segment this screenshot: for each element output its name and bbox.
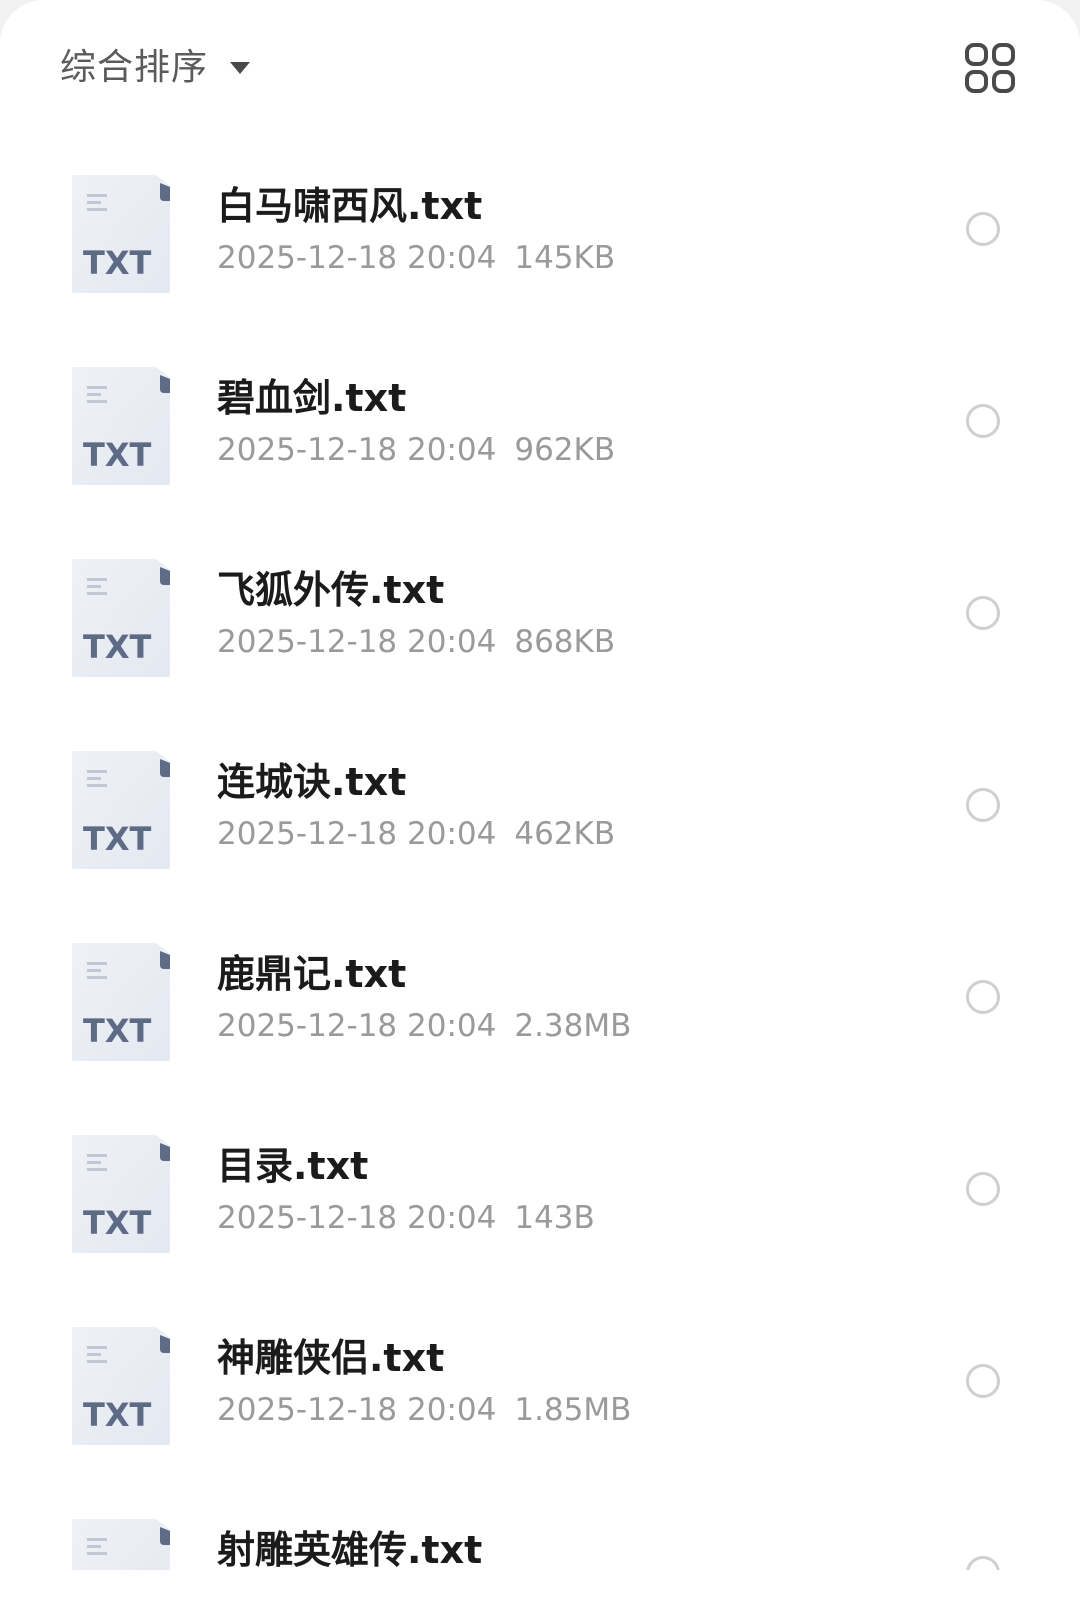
- txt-file-icon: TXT: [72, 1327, 170, 1445]
- file-type-label: TXT: [83, 820, 152, 858]
- txt-file-icon: TXT: [72, 943, 170, 1061]
- file-meta: 2025-12-18 20:04 145KB: [217, 238, 615, 278]
- file-type-label: TXT: [83, 244, 152, 282]
- file-picker-sheet: 综合排序 TXT 白马啸西风.txt 2025-12-18 20:04 145K…: [0, 0, 1080, 1599]
- file-name: 碧血剑.txt: [217, 376, 407, 420]
- file-meta: 2025-12-18 20:04 962KB: [217, 430, 615, 470]
- file-date: 2025-12-18 20:04: [217, 1200, 497, 1236]
- file-name: 射雕英雄传.txt: [217, 1528, 483, 1572]
- grid-view-icon[interactable]: [964, 42, 1016, 94]
- sort-dropdown[interactable]: 综合排序: [60, 40, 251, 96]
- select-radio[interactable]: [966, 788, 1000, 822]
- list-item[interactable]: TXT 目录.txt 2025-12-18 20:04 143B: [0, 1096, 1080, 1288]
- caret-down-icon: [230, 62, 251, 74]
- file-size: 2.38MB: [514, 1008, 632, 1044]
- txt-file-icon: TXT: [72, 559, 170, 677]
- file-size: 1.85MB: [514, 1392, 632, 1428]
- select-radio[interactable]: [966, 1172, 1000, 1206]
- file-meta: 2025-12-18 20:04 868KB: [217, 622, 615, 662]
- file-list: TXT 白马啸西风.txt 2025-12-18 20:04 145KB TXT…: [0, 136, 1080, 1599]
- list-item[interactable]: TXT 碧血剑.txt 2025-12-18 20:04 962KB: [0, 328, 1080, 520]
- select-radio[interactable]: [966, 404, 1000, 438]
- file-name: 目录.txt: [217, 1144, 369, 1188]
- list-item[interactable]: TXT 连城诀.txt 2025-12-18 20:04 462KB: [0, 712, 1080, 904]
- select-radio[interactable]: [966, 980, 1000, 1014]
- file-size: 462KB: [514, 816, 616, 852]
- file-name: 连城诀.txt: [217, 760, 407, 804]
- file-meta: 2025-12-18 20:04 143B: [217, 1198, 595, 1238]
- file-meta: 2025-12-18 20:04 1.85MB: [217, 1390, 631, 1430]
- file-name: 飞狐外传.txt: [217, 568, 445, 612]
- file-meta: 2025-12-18 20:04 2.38MB: [217, 1006, 631, 1046]
- file-type-label: TXT: [83, 1204, 152, 1242]
- txt-file-icon: TXT: [72, 175, 170, 293]
- list-item[interactable]: TXT 白马啸西风.txt 2025-12-18 20:04 145KB: [0, 136, 1080, 328]
- file-size: 962KB: [514, 432, 616, 468]
- file-name: 白马啸西风.txt: [217, 184, 483, 228]
- select-radio[interactable]: [966, 596, 1000, 630]
- txt-file-icon: TXT: [72, 1135, 170, 1253]
- file-size: 145KB: [514, 240, 616, 276]
- list-item[interactable]: TXT 神雕侠侣.txt 2025-12-18 20:04 1.85MB: [0, 1288, 1080, 1480]
- select-radio[interactable]: [966, 212, 1000, 246]
- toolbar: 综合排序: [0, 0, 1080, 136]
- file-name: 神雕侠侣.txt: [217, 1336, 445, 1380]
- file-date: 2025-12-18 20:04: [217, 624, 497, 660]
- file-type-label: TXT: [83, 436, 152, 474]
- file-name: 鹿鼎记.txt: [217, 952, 407, 996]
- file-meta: 2025-12-18 20:04 462KB: [217, 814, 615, 854]
- file-date: 2025-12-18 20:04: [217, 1008, 497, 1044]
- file-date: 2025-12-18 20:04: [217, 1392, 497, 1428]
- list-item[interactable]: TXT 鹿鼎记.txt 2025-12-18 20:04 2.38MB: [0, 904, 1080, 1096]
- file-date: 2025-12-18 20:04: [217, 240, 497, 276]
- txt-file-icon: TXT: [72, 367, 170, 485]
- select-radio[interactable]: [966, 1364, 1000, 1398]
- file-date: 2025-12-18 20:04: [217, 432, 497, 468]
- file-type-label: TXT: [83, 628, 152, 666]
- file-size: 868KB: [514, 624, 616, 660]
- txt-file-icon: TXT: [72, 751, 170, 869]
- file-type-label: TXT: [83, 1012, 152, 1050]
- list-bottom-edge: [0, 1570, 1080, 1599]
- file-type-label: TXT: [83, 1396, 152, 1434]
- list-item[interactable]: TXT 飞狐外传.txt 2025-12-18 20:04 868KB: [0, 520, 1080, 712]
- sort-label: 综合排序: [60, 47, 209, 88]
- file-size: 143B: [514, 1200, 595, 1236]
- file-date: 2025-12-18 20:04: [217, 816, 497, 852]
